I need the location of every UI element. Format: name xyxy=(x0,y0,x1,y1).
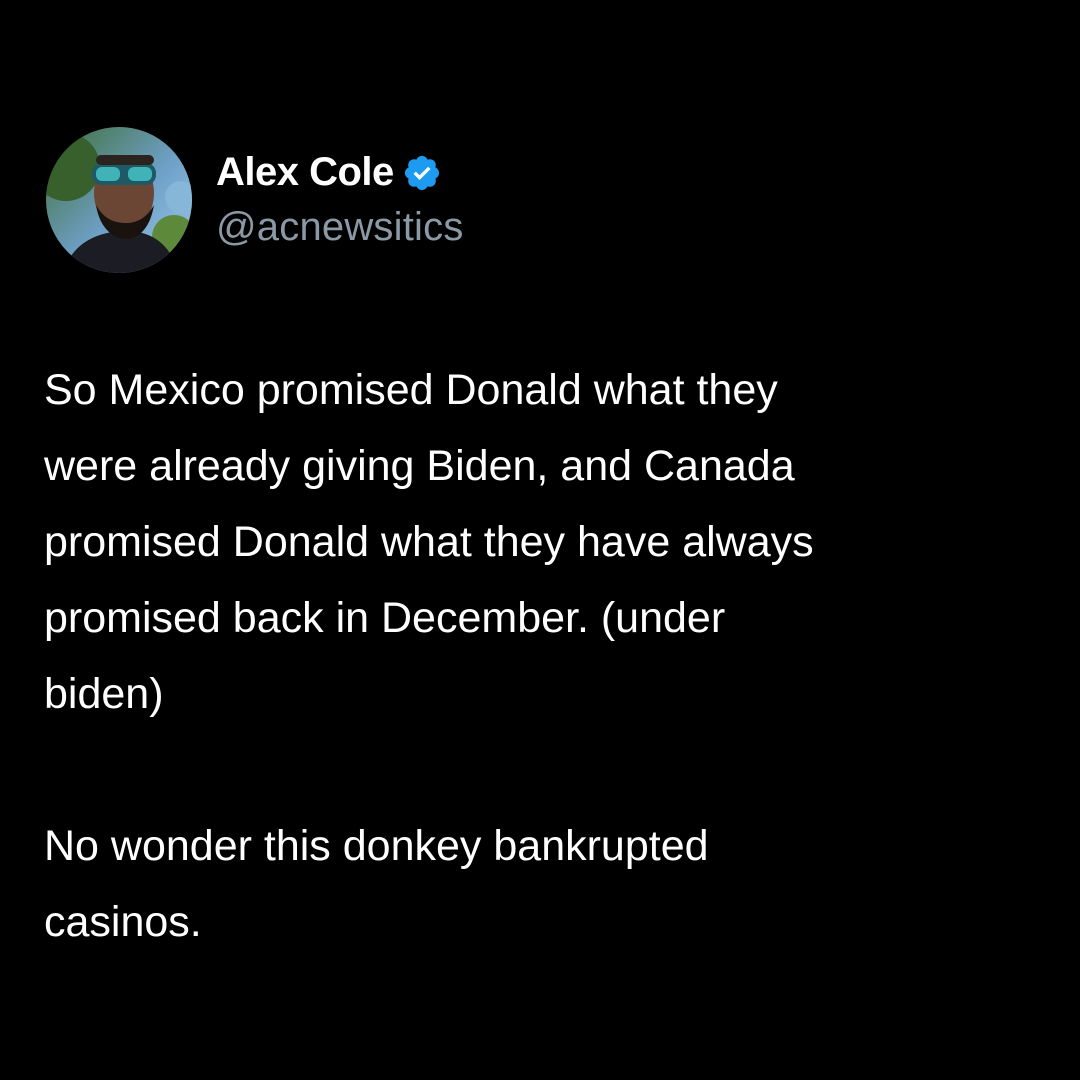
post-text: So Mexico promised Donald what they were… xyxy=(44,352,1054,960)
post-text-line: No wonder this donkey bankrupted xyxy=(44,822,709,870)
author-identity: Alex Cole @acnewsitics xyxy=(216,147,464,250)
avatar[interactable] xyxy=(46,127,192,273)
post-text-line: biden) xyxy=(44,670,164,718)
post-text-line: So Mexico promised Donald what they xyxy=(44,366,778,414)
display-name[interactable]: Alex Cole xyxy=(216,150,394,195)
avatar-photo xyxy=(46,127,192,273)
verified-badge-icon xyxy=(402,153,442,193)
paragraph-break xyxy=(44,732,1054,808)
post-card: Alex Cole @acnewsitics So Mexico promise… xyxy=(0,0,1080,1080)
post-text-line: were already giving Biden, and Canada xyxy=(44,442,795,490)
post-text-line: promised Donald what they have always xyxy=(44,518,814,566)
post-text-line: promised back in December. (under xyxy=(44,594,726,642)
post-text-line: casinos. xyxy=(44,898,202,946)
post-header: Alex Cole @acnewsitics xyxy=(46,127,464,273)
name-row: Alex Cole xyxy=(216,147,464,199)
user-handle[interactable]: @acnewsitics xyxy=(216,205,464,250)
